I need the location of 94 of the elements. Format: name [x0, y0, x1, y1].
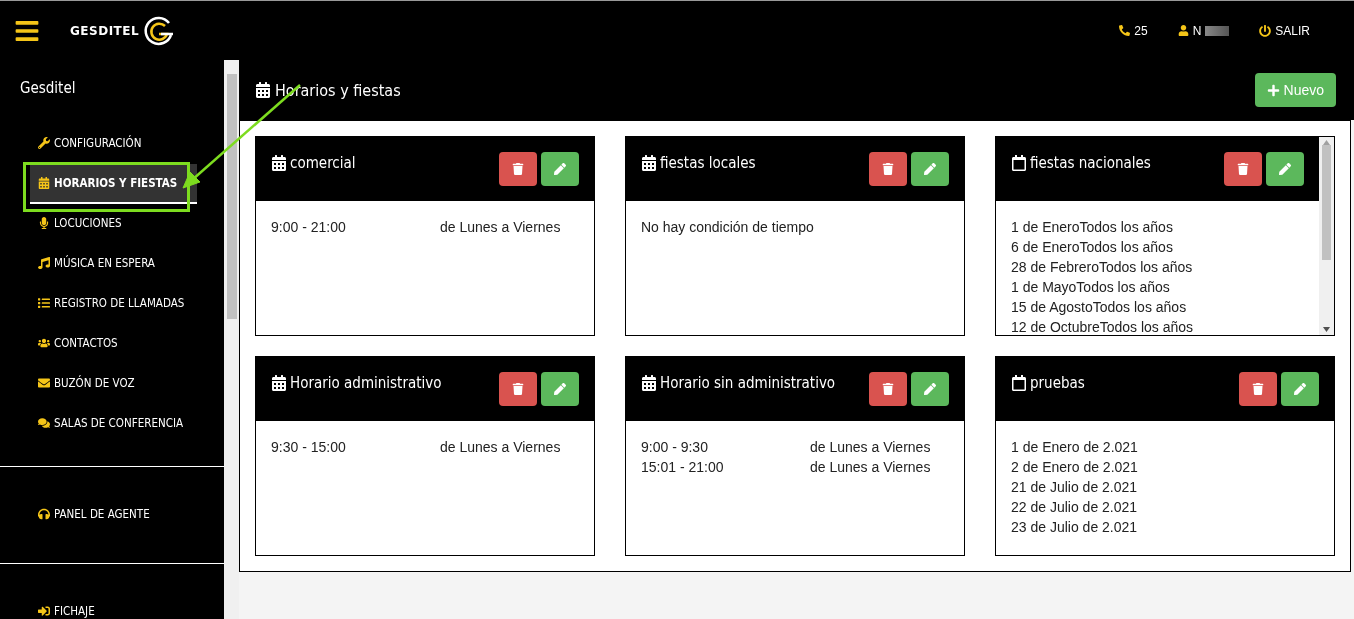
sidebar-item[interactable]: CONTACTOS: [30, 324, 198, 364]
time-range: 15:01 - 21:00: [641, 458, 725, 477]
user-name: N: [1192, 23, 1202, 38]
brand-logo-text: GESDITEL: [70, 23, 140, 38]
headphones-icon: [38, 508, 50, 520]
sidebar-item[interactable]: MÚSICA EN ESPERA: [30, 244, 198, 284]
pencil-icon: [924, 163, 936, 175]
holiday-date: 1 de MayoTodos los años: [1011, 278, 1171, 297]
weekday-range: de Lunes a Viernes: [440, 438, 562, 457]
scroll-down-icon[interactable]: [1323, 327, 1330, 332]
delete-button[interactable]: [499, 152, 537, 186]
delete-button[interactable]: [1239, 372, 1277, 406]
wrench-icon: [38, 137, 50, 149]
card-title: pruebas: [1030, 374, 1085, 392]
sidebar-item[interactable]: BUZÓN DE VOZ: [30, 364, 198, 404]
scrollbar[interactable]: [1319, 137, 1334, 335]
phone-icon: [1119, 25, 1131, 36]
edit-button[interactable]: [1266, 152, 1304, 186]
calendar-icon: [271, 155, 287, 171]
trash-icon: [882, 383, 894, 395]
user-menu[interactable]: N: [1177, 23, 1230, 38]
list-icon: [38, 297, 50, 309]
holiday-date: 23 de Julio de 2.021: [1011, 518, 1139, 537]
sidebar-item[interactable]: SALAS DE CONFERENCIA: [30, 404, 198, 444]
delete-button[interactable]: [869, 152, 907, 186]
sidebar-item[interactable]: FICHAJE: [30, 592, 198, 619]
calendar-icon: [1011, 375, 1027, 391]
pencil-icon: [1294, 383, 1306, 395]
holiday-date: 6 de EneroTodos los años: [1011, 238, 1174, 257]
trash-icon: [1252, 383, 1264, 395]
holiday-date: 22 de Julio de 2.021: [1011, 498, 1139, 517]
holiday-date: 15 de AgostoTodos los años: [1011, 298, 1188, 317]
pencil-icon: [554, 163, 566, 175]
holiday-date: 28 de FebreroTodos los años: [1011, 258, 1194, 277]
holiday-date: 12 de OctubreTodos los años: [1011, 318, 1195, 335]
edit-button[interactable]: [541, 372, 579, 406]
calendar-icon: [641, 375, 657, 391]
redaction-block: [1205, 25, 1230, 36]
sidebar-title: Gesditel: [19, 78, 77, 99]
sidebar-item[interactable]: PANEL DE AGENTE: [30, 495, 198, 535]
sidebar-item[interactable]: LOCUCIONES: [30, 204, 198, 244]
sidebar-item[interactable]: REGISTRO DE LLAMADAS: [30, 284, 198, 324]
card-title: fiestas locales: [660, 154, 756, 172]
sidebar-item[interactable]: CONFIGURACIÓN: [30, 124, 198, 164]
delete-button[interactable]: [499, 372, 537, 406]
card-title: fiestas nacionales: [1030, 154, 1151, 172]
scrollbar[interactable]: [224, 60, 239, 619]
microphone-icon: [38, 217, 50, 229]
calendar-icon: [1011, 155, 1027, 171]
card-title: Horario administrativo: [290, 374, 442, 392]
sidebar-item[interactable]: HORARIOS Y FIESTAS: [30, 164, 198, 204]
trash-icon: [882, 163, 894, 175]
weekday-range: de Lunes a Viernes: [810, 438, 932, 457]
envelope-icon: [38, 377, 50, 389]
logout-link[interactable]: SALIR: [1259, 23, 1310, 38]
calendar-icon: [255, 82, 271, 98]
pencil-icon: [554, 383, 566, 395]
user-icon: [1177, 25, 1189, 36]
holiday-date: 1 de Enero de 2.021: [1011, 438, 1139, 457]
delete-button[interactable]: [869, 372, 907, 406]
calendar-icon: [38, 177, 50, 189]
music-note-icon: [38, 257, 50, 269]
call-count: 25: [1134, 23, 1148, 38]
time-range: 9:00 - 21:00: [271, 218, 347, 237]
trash-icon: [1237, 163, 1249, 175]
edit-button[interactable]: [911, 372, 949, 406]
holiday-date: 21 de Julio de 2.021: [1011, 478, 1139, 497]
users-icon: [38, 337, 50, 349]
calendar-icon: [271, 375, 287, 391]
chat-bubbles-icon: [38, 417, 50, 429]
trash-icon: [512, 163, 524, 175]
edit-button[interactable]: [1281, 372, 1319, 406]
weekday-range: de Lunes a Viernes: [810, 458, 932, 477]
pencil-icon: [1279, 163, 1291, 175]
holiday-date: 2 de Enero de 2.021: [1011, 458, 1139, 477]
card-title: comercial: [290, 154, 356, 172]
sign-in-icon: [38, 605, 50, 617]
card-title: Horario sin administrativo: [660, 374, 836, 392]
holiday-date: 1 de EneroTodos los años: [1011, 218, 1174, 237]
calendar-icon: [641, 155, 657, 171]
edit-button[interactable]: [541, 152, 579, 186]
logout-label: SALIR: [1275, 23, 1310, 38]
logo-icon: [143, 14, 176, 47]
phone-count[interactable]: 25: [1119, 23, 1148, 38]
empty-message: No hay condición de tiempo: [641, 219, 814, 235]
trash-icon: [512, 383, 524, 395]
weekday-range: de Lunes a Viernes: [440, 218, 562, 237]
pencil-icon: [924, 383, 936, 395]
edit-button[interactable]: [911, 152, 949, 186]
time-range: 9:30 - 15:00: [271, 438, 347, 457]
power-icon: [1259, 24, 1272, 37]
time-range: 9:00 - 9:30: [641, 438, 709, 457]
delete-button[interactable]: [1224, 152, 1262, 186]
plus-icon: [1266, 83, 1280, 97]
